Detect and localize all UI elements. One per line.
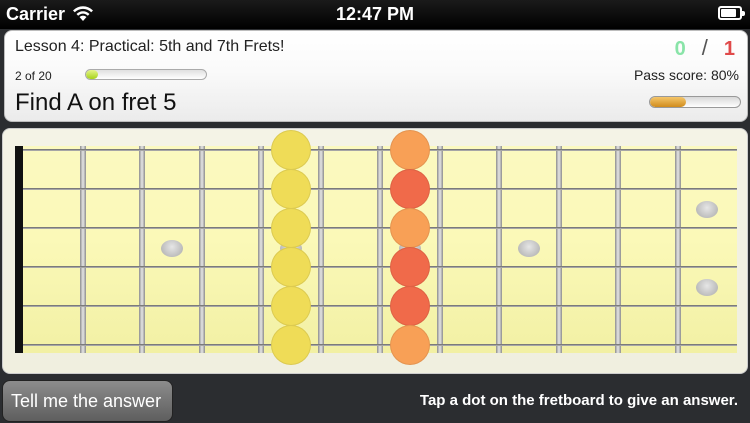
fret-wire-1 [79, 146, 86, 353]
fret-marker-9 [517, 239, 540, 257]
fret5-string2-dot[interactable] [270, 169, 311, 209]
instruction-hint: Tap a dot on the fretboard to give an an… [419, 392, 738, 409]
pass-meter-fill [650, 97, 686, 107]
fret5-string3-dot[interactable] [270, 208, 311, 248]
question-text: Find A on fret 5 [15, 89, 177, 116]
string-1 [23, 149, 737, 151]
fret-wire-8 [496, 146, 502, 353]
fret7-string5-dot[interactable] [389, 286, 430, 326]
string-4 [23, 266, 737, 268]
progress-bar-fill [86, 70, 98, 79]
fret7-string3-dot[interactable] [389, 208, 430, 248]
fret-wire-9 [555, 146, 562, 353]
fret-marker-12-1 [696, 200, 719, 218]
fret-marker-12-2 [696, 278, 719, 296]
status-bar: Carrier 12:47 PM [0, 0, 750, 29]
lesson-header: Lesson 4: Practical: 5th and 7th Frets! … [4, 30, 748, 122]
tell-answer-button[interactable]: Tell me the answer [2, 380, 173, 422]
fret-wire-11 [674, 146, 681, 353]
correct-count: 0 [674, 38, 688, 60]
fret7-string1-dot[interactable] [389, 130, 430, 170]
score-display: 0 / 1 [675, 35, 737, 61]
fret5-string6-dot[interactable] [270, 325, 311, 365]
string-5 [23, 305, 737, 307]
fret-wire-4 [258, 146, 264, 353]
progress-bar [85, 69, 207, 80]
fret-wire-5 [317, 146, 324, 353]
string-6 [23, 344, 737, 346]
fret-wire-7 [436, 146, 443, 353]
fretboard-panel [2, 128, 748, 374]
pass-meter [649, 96, 741, 108]
fretboard [15, 130, 737, 365]
fret7-string6-dot[interactable] [389, 325, 430, 365]
fret-wire-2 [139, 146, 145, 353]
battery-icon [718, 6, 745, 20]
fret7-string4-dot[interactable] [389, 247, 430, 287]
fret-marker-3 [160, 239, 183, 257]
lesson-title: Lesson 4: Practical: 5th and 7th Frets! [15, 38, 285, 55]
fret5-string1-dot[interactable] [270, 130, 311, 170]
fret-wire-6 [377, 146, 383, 353]
fret5-string5-dot[interactable] [270, 286, 311, 326]
status-clock: 12:47 PM [335, 4, 415, 24]
fret7-string2-dot[interactable] [389, 169, 430, 209]
fret-wire-3 [198, 146, 205, 353]
fret5-string4-dot[interactable] [270, 247, 311, 287]
string-3 [23, 227, 737, 229]
pass-score: Pass score: 80% [633, 67, 739, 83]
fret-wire-10 [615, 146, 621, 353]
score-separator: / [701, 35, 710, 60]
string-2 [23, 188, 737, 190]
wrong-count: 1 [723, 38, 737, 60]
progress-count: 2 of 20 [15, 69, 52, 83]
